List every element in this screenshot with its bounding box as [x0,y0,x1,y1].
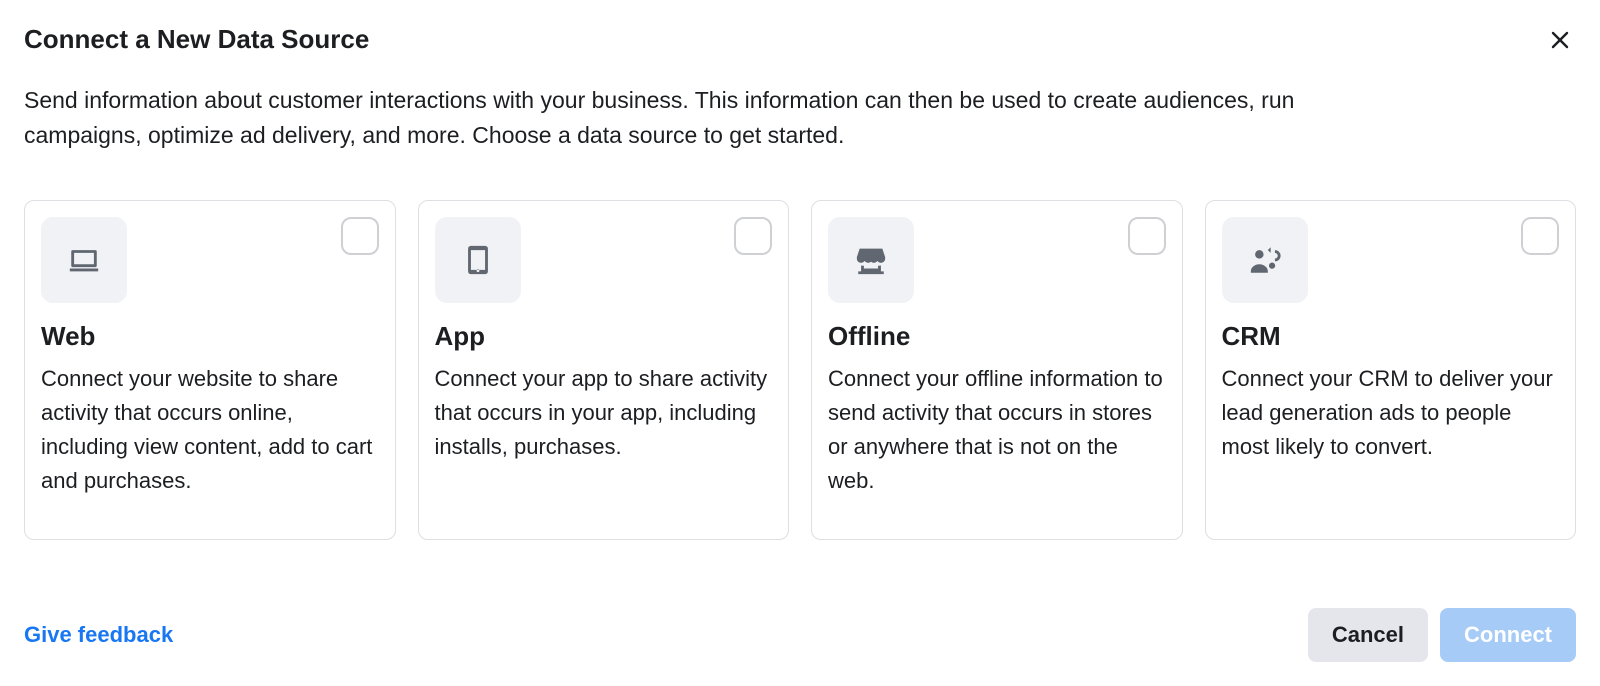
dialog-header: Connect a New Data Source [24,24,1576,59]
connect-button[interactable]: Connect [1440,608,1576,662]
card-top [1222,217,1560,303]
option-card-offline[interactable]: Offline Connect your offline information… [811,200,1183,540]
close-button[interactable] [1544,24,1576,59]
option-title: Web [41,321,379,352]
option-radio-web[interactable] [341,217,379,255]
close-icon [1548,40,1572,55]
option-radio-app[interactable] [734,217,772,255]
option-description: Connect your website to share activity t… [41,362,379,498]
option-title: Offline [828,321,1166,352]
card-top [41,217,379,303]
card-top [828,217,1166,303]
option-title: App [435,321,773,352]
dialog-subtitle: Send information about customer interact… [24,83,1404,152]
option-card-web[interactable]: Web Connect your website to share activi… [24,200,396,540]
mobile-icon [435,217,521,303]
option-description: Connect your offline information to send… [828,362,1166,498]
option-card-crm[interactable]: CRM Connect your CRM to deliver your lea… [1205,200,1577,540]
option-cards: Web Connect your website to share activi… [24,200,1576,540]
store-icon [828,217,914,303]
option-title: CRM [1222,321,1560,352]
dialog-footer: Give feedback Cancel Connect [24,608,1576,662]
option-radio-crm[interactable] [1521,217,1559,255]
cancel-button[interactable]: Cancel [1308,608,1428,662]
option-description: Connect your app to share activity that … [435,362,773,464]
option-description: Connect your CRM to deliver your lead ge… [1222,362,1560,464]
card-top [435,217,773,303]
dialog-title: Connect a New Data Source [24,24,369,55]
option-card-app[interactable]: App Connect your app to share activity t… [418,200,790,540]
laptop-icon [41,217,127,303]
option-radio-offline[interactable] [1128,217,1166,255]
footer-buttons: Cancel Connect [1308,608,1576,662]
people-icon [1222,217,1308,303]
give-feedback-link[interactable]: Give feedback [24,622,173,648]
